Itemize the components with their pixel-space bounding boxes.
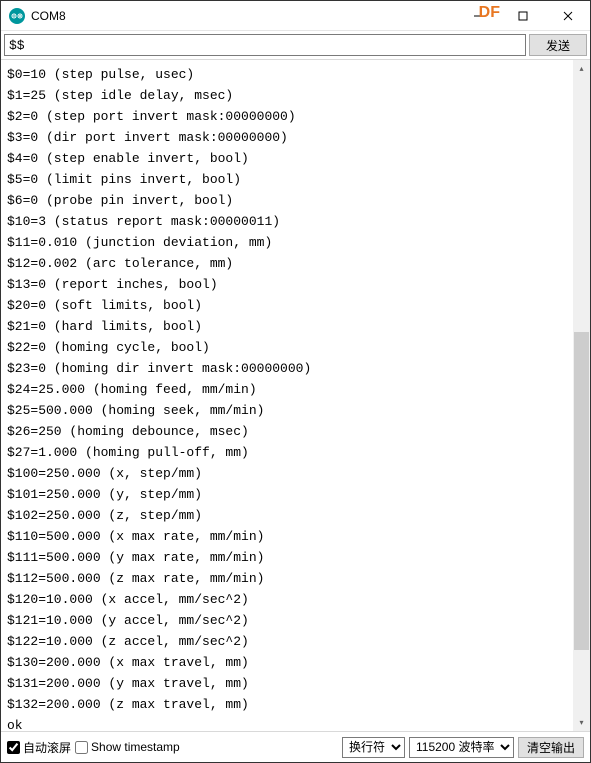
scroll-down-button[interactable]: ▾ xyxy=(573,714,590,731)
autoscroll-label: 自动滚屏 xyxy=(23,739,71,756)
maximize-button[interactable] xyxy=(500,1,545,30)
command-input[interactable] xyxy=(4,34,526,56)
timestamp-input[interactable] xyxy=(75,741,88,754)
serial-monitor-window: COM8 DF 发送 $0=10 (step pulse, usec) $1=2… xyxy=(0,0,591,763)
clear-output-button[interactable]: 清空输出 xyxy=(518,737,584,758)
close-button[interactable] xyxy=(545,1,590,30)
arduino-icon xyxy=(9,8,25,24)
window-title: COM8 xyxy=(31,9,66,23)
autoscroll-checkbox[interactable]: 自动滚屏 xyxy=(7,739,71,756)
timestamp-checkbox[interactable]: Show timestamp xyxy=(75,740,180,754)
autoscroll-input[interactable] xyxy=(7,741,20,754)
scroll-thumb[interactable] xyxy=(574,332,589,651)
window-controls xyxy=(455,1,590,30)
bottom-bar: 自动滚屏 Show timestamp 换行符 115200 波特率 清空输出 xyxy=(1,732,590,762)
titlebar: COM8 DF xyxy=(1,1,590,31)
minimize-icon xyxy=(473,11,483,21)
command-row: 发送 xyxy=(1,31,590,60)
console-area: $0=10 (step pulse, usec) $1=25 (step idl… xyxy=(1,60,590,732)
line-ending-select[interactable]: 换行符 xyxy=(342,737,405,758)
baud-rate-select[interactable]: 115200 波特率 xyxy=(409,737,514,758)
console-output: $0=10 (step pulse, usec) $1=25 (step idl… xyxy=(1,60,573,731)
send-button[interactable]: 发送 xyxy=(529,34,587,56)
scroll-track[interactable] xyxy=(573,77,590,714)
minimize-button[interactable] xyxy=(455,1,500,30)
close-icon xyxy=(563,11,573,21)
maximize-icon xyxy=(518,11,528,21)
scroll-up-button[interactable]: ▴ xyxy=(573,60,590,77)
timestamp-label: Show timestamp xyxy=(91,740,180,754)
vertical-scrollbar[interactable]: ▴ ▾ xyxy=(573,60,590,731)
